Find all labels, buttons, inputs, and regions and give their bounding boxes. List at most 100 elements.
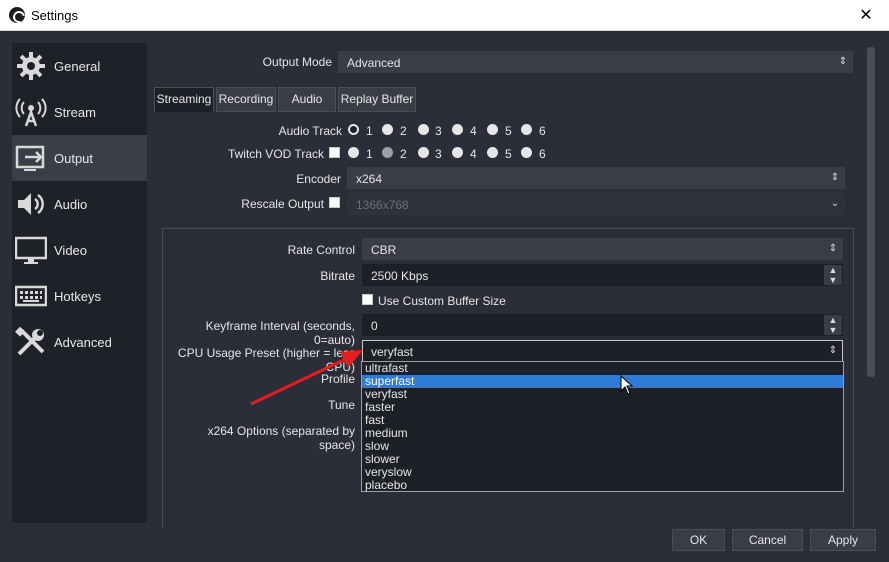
- radio-label: 1: [366, 147, 373, 161]
- dropdown-option[interactable]: ultrafast: [362, 362, 843, 375]
- updown-arrows-icon: ⇕: [828, 345, 838, 356]
- dropdown-option[interactable]: medium: [362, 427, 843, 440]
- radio-label: 4: [470, 124, 477, 138]
- speaker-icon: [18, 193, 44, 215]
- updown-arrows-icon: ⇕: [826, 168, 844, 188]
- window-title: Settings: [31, 8, 78, 23]
- tools-icon: [15, 326, 45, 356]
- close-button[interactable]: ✕: [843, 0, 889, 31]
- sidebar-item-label: Hotkeys: [54, 289, 101, 304]
- custom-buffer-checkbox[interactable]: [362, 294, 373, 305]
- radio-label: 1: [366, 124, 373, 138]
- radio-label: 3: [435, 147, 442, 161]
- vod-track-radio-6[interactable]: [521, 147, 532, 158]
- rescale-output-value: 1366x768: [356, 198, 409, 212]
- keyframe-value: 0: [371, 319, 378, 333]
- sidebar-item-label: Output: [54, 151, 94, 166]
- output-mode-select[interactable]: Advanced ⇕: [338, 51, 853, 73]
- sidebar-item-label: Advanced: [54, 335, 112, 350]
- scrollbar-thumb[interactable]: [867, 47, 875, 377]
- dropdown-option[interactable]: faster: [362, 401, 843, 414]
- sidebar-item-hotkeys[interactable]: Hotkeys: [12, 273, 147, 319]
- apply-button[interactable]: Apply: [810, 529, 876, 551]
- cpu-preset-value: veryfast: [371, 345, 414, 359]
- encoder-label: Encoder: [296, 172, 341, 186]
- output-icon: [15, 145, 45, 171]
- radio-label: 2: [400, 124, 407, 138]
- sidebar-item-stream[interactable]: Stream: [12, 89, 147, 135]
- updown-arrows-icon: ⇕: [824, 239, 842, 259]
- spinner-arrows-icon[interactable]: ▲ ▼: [824, 265, 842, 285]
- keyframe-input[interactable]: 0 ▲ ▼: [362, 314, 843, 336]
- bitrate-value: 2500 Kbps: [371, 269, 429, 283]
- twitch-vod-checkbox[interactable]: [329, 147, 340, 158]
- settings-sidebar: General Stream Output Audio Video Hotkey…: [12, 43, 147, 523]
- dropdown-option[interactable]: veryfast: [362, 388, 843, 401]
- output-mode-label: Output Mode: [262, 55, 332, 69]
- sidebar-item-label: Audio: [54, 197, 88, 212]
- radio-label: 6: [539, 147, 546, 161]
- vod-track-radio-4[interactable]: [452, 147, 463, 158]
- sidebar-item-output[interactable]: Output: [12, 135, 147, 181]
- rate-control-label: Rate Control: [287, 243, 355, 257]
- audio-track-radio-6[interactable]: [521, 124, 532, 135]
- rescale-output-checkbox[interactable]: [329, 197, 340, 208]
- dropdown-option[interactable]: slow: [362, 440, 843, 453]
- spinner-arrows-icon[interactable]: ▲ ▼: [824, 315, 842, 335]
- keyboard-icon: [15, 285, 47, 307]
- tab-replay-buffer[interactable]: Replay Buffer: [338, 87, 416, 112]
- dropdown-option[interactable]: superfast: [362, 375, 843, 388]
- vod-track-radio-1[interactable]: [348, 147, 359, 158]
- tab-recording[interactable]: Recording: [216, 87, 276, 112]
- audio-track-radio-3[interactable]: [418, 124, 429, 135]
- dropdown-option[interactable]: placebo: [362, 479, 843, 492]
- sidebar-item-advanced[interactable]: Advanced: [12, 319, 147, 365]
- audio-track-radio-4[interactable]: [452, 124, 463, 135]
- updown-arrows-icon: ⇕: [834, 52, 852, 72]
- radio-label: 3: [435, 124, 442, 138]
- sidebar-item-label: Video: [54, 243, 88, 258]
- tab-audio[interactable]: Audio: [278, 87, 336, 112]
- rate-control-select[interactable]: CBR ⇕: [362, 238, 843, 260]
- ok-button[interactable]: OK: [672, 529, 725, 551]
- chevron-down-icon: ⌄: [826, 194, 844, 214]
- audio-track-radio-5[interactable]: [487, 124, 498, 135]
- bitrate-label: Bitrate: [320, 269, 355, 283]
- audio-track-radio-1[interactable]: [348, 124, 359, 135]
- vod-track-radio-3[interactable]: [418, 147, 429, 158]
- radio-label: 2: [400, 147, 407, 161]
- rescale-output-label: Rescale Output: [241, 197, 324, 211]
- tab-streaming[interactable]: Streaming: [154, 87, 214, 112]
- encoder-value: x264: [356, 172, 383, 186]
- annotation-arrow-icon: [250, 350, 363, 406]
- dropdown-option[interactable]: fast: [362, 414, 843, 427]
- sidebar-item-label: General: [54, 59, 101, 74]
- rescale-output-select[interactable]: 1366x768 ⌄: [347, 193, 845, 215]
- radio-label: 5: [505, 124, 512, 138]
- audio-track-label: Audio Track: [278, 124, 342, 138]
- radio-label: 4: [470, 147, 477, 161]
- sidebar-item-label: Stream: [54, 105, 96, 120]
- dropdown-option[interactable]: slower: [362, 453, 843, 466]
- encoder-select[interactable]: x264 ⇕: [347, 167, 845, 189]
- gear-icon: [17, 52, 45, 80]
- sidebar-item-general[interactable]: General: [12, 43, 147, 89]
- vod-track-radio-2[interactable]: [382, 147, 393, 158]
- title-bar: Settings ✕: [0, 0, 889, 31]
- vod-track-radio-5[interactable]: [487, 147, 498, 158]
- settings-scrollbar[interactable]: [864, 43, 878, 383]
- radio-label: 5: [505, 147, 512, 161]
- mouse-cursor-icon: [620, 375, 634, 395]
- sidebar-item-audio[interactable]: Audio: [12, 181, 147, 227]
- audio-track-radio-2[interactable]: [382, 124, 393, 135]
- radio-label: 6: [539, 124, 546, 138]
- bitrate-input[interactable]: 2500 Kbps ▲ ▼: [362, 264, 843, 286]
- dropdown-option[interactable]: veryslow: [362, 466, 843, 479]
- monitor-icon: [15, 236, 47, 264]
- sidebar-item-video[interactable]: Video: [12, 227, 147, 273]
- cancel-button[interactable]: Cancel: [732, 529, 803, 551]
- output-mode-value: Advanced: [347, 56, 401, 70]
- x264-options-label: x264 Options (separated by space): [207, 424, 355, 452]
- cpu-preset-select[interactable]: veryfast ⇕: [362, 340, 843, 362]
- obs-logo-icon: [9, 7, 25, 23]
